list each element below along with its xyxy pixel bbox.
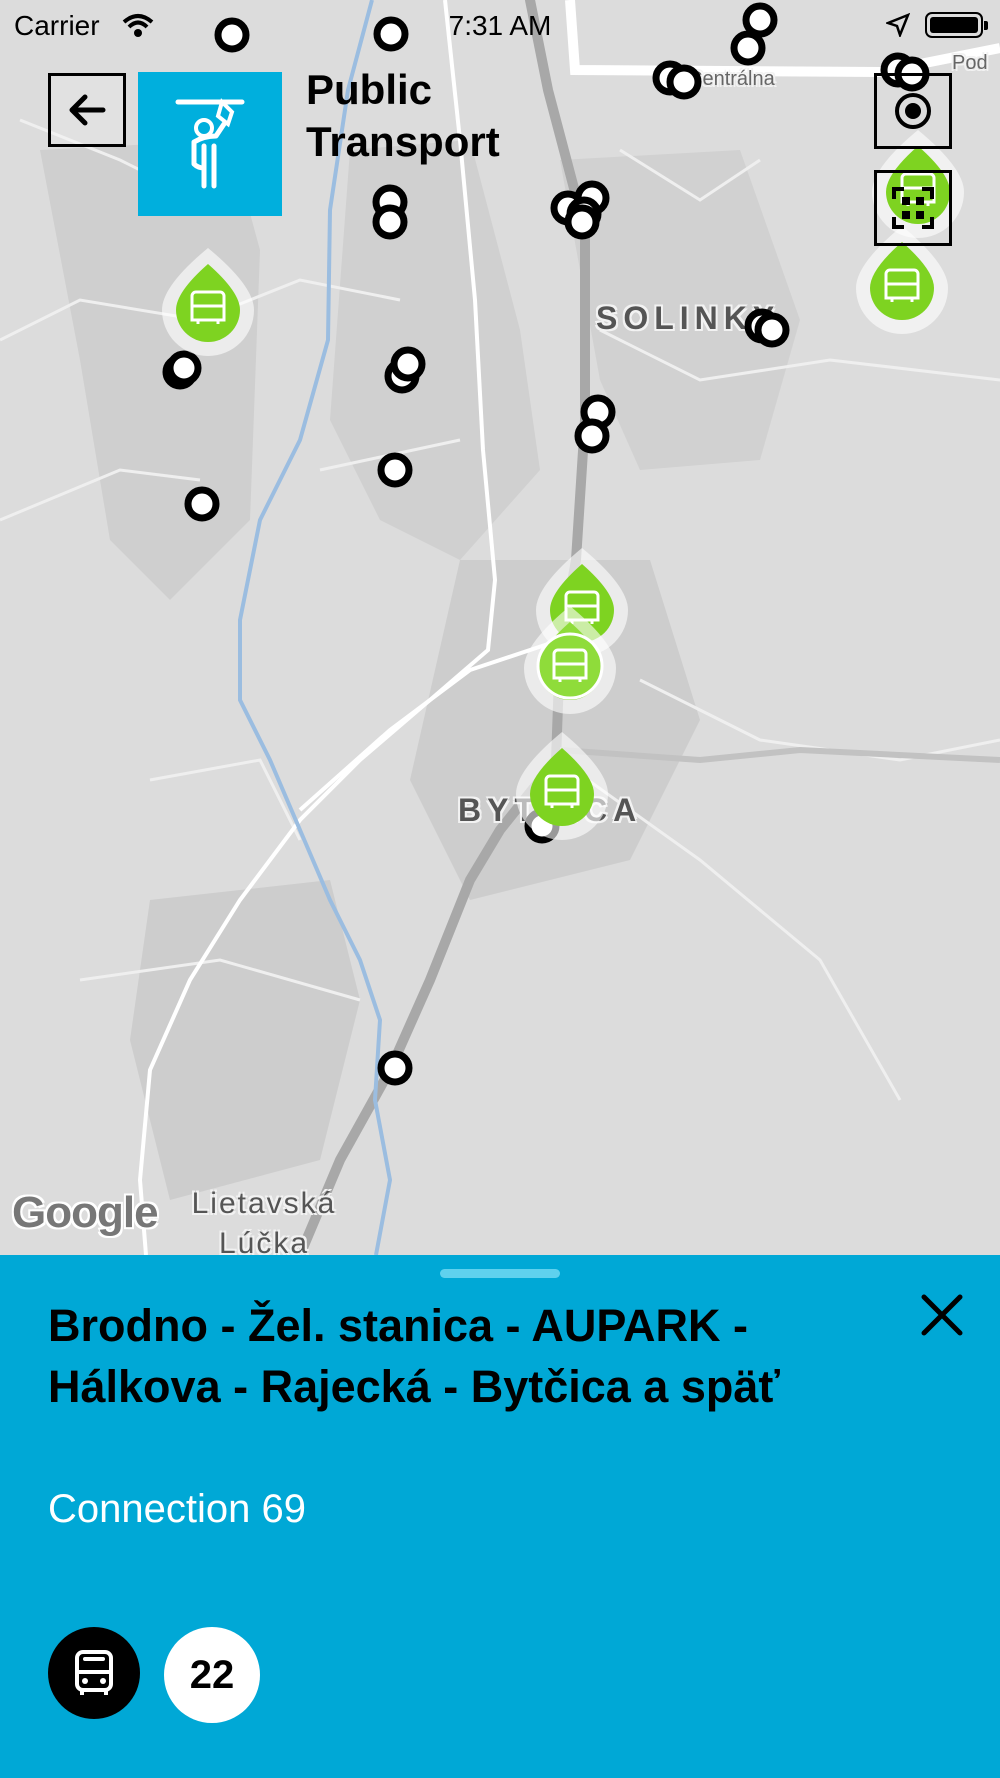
standing-passenger-icon [175,98,245,189]
back-button[interactable] [48,73,126,147]
connection-label: Connection 69 [48,1487,306,1531]
location-arrow-icon [884,12,911,44]
line-number-badge: 22 [164,1627,260,1723]
vehicle-type-badge [48,1627,140,1719]
status-bar: Carrier 7:31 AM [0,0,1000,50]
sheet-drag-handle[interactable] [440,1269,560,1278]
vehicle-marker[interactable] [516,732,608,840]
route-title: Brodno - Žel. stanica - AUPARK - Hálkova… [48,1300,780,1412]
qr-scan-icon [892,187,934,229]
vehicle-marker[interactable] [162,248,255,357]
stop-marker[interactable] [377,1050,413,1086]
page-title: Public Transport [306,66,500,165]
stop-marker[interactable] [377,452,413,488]
status-time: 7:31 AM [448,10,552,41]
stop-marker[interactable] [166,350,202,386]
my-location-icon [895,93,931,129]
stop-marker[interactable] [372,204,408,240]
battery-icon [925,12,988,38]
my-location-button[interactable] [874,73,952,149]
qr-scan-button[interactable] [874,170,952,246]
stop-marker[interactable] [184,486,220,522]
stop-marker[interactable] [574,418,610,454]
route-detail-sheet[interactable]: Brodno - Žel. stanica - AUPARK - Hálkova… [0,1255,1000,1778]
stop-marker[interactable] [754,312,790,348]
close-icon [921,1294,963,1336]
arrow-left-icon [69,94,106,126]
stop-marker[interactable] [564,204,600,240]
public-transport-category-icon [138,72,282,216]
close-button[interactable] [914,1287,970,1343]
bus-icon [75,1650,113,1695]
stop-marker[interactable] [390,346,426,382]
stop-marker[interactable] [666,64,702,100]
google-logo: Google [12,1188,159,1237]
